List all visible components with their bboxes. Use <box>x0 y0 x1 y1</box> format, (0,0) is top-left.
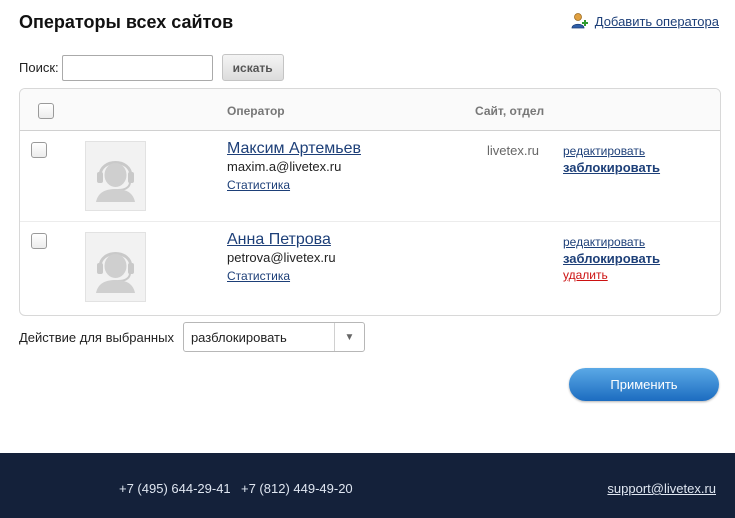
column-header-site: Сайт, отдел <box>475 104 545 118</box>
triangle-down-icon[interactable]: ▼ <box>333 323 364 351</box>
footer-phone-spb: +7 (812) 449-49-20 <box>241 481 353 496</box>
operator-stats-link[interactable]: Статистика <box>227 178 290 192</box>
operator-stats-link[interactable]: Статистика <box>227 269 290 283</box>
user-add-icon[interactable] <box>571 12 589 30</box>
table-row: Максим Артемьев maxim.a@livetex.ru Стати… <box>20 131 720 222</box>
operator-site: livetex.ru <box>487 143 540 158</box>
bulk-action-select[interactable]: разблокировать ▼ <box>182 322 365 352</box>
table-header: Оператор Сайт, отдел <box>20 89 720 131</box>
bulk-action-label: Действие для выбранных <box>19 329 174 345</box>
search-button[interactable]: искать <box>221 54 284 81</box>
operator-headset-icon <box>96 252 135 293</box>
search-label: Поиск: <box>19 60 59 75</box>
edit-link[interactable]: редактировать <box>563 235 645 249</box>
delete-link[interactable]: удалить <box>563 268 608 282</box>
bulk-action-row: Действие для выбранных разблокировать ▼ <box>19 322 365 352</box>
search-row: Поиск: искать <box>19 54 284 81</box>
select-all-checkbox[interactable] <box>38 103 54 119</box>
support-email-link[interactable]: support@livetex.ru <box>607 481 716 496</box>
operator-email: maxim.a@livetex.ru <box>227 159 342 174</box>
add-operator-link-group[interactable]: Добавить оператора <box>571 12 719 30</box>
footer: +7 (495) 644-29-41 +7 (812) 449-49-20 su… <box>0 453 735 518</box>
row-checkbox[interactable] <box>31 142 47 158</box>
block-link[interactable]: заблокировать <box>563 251 660 266</box>
avatar <box>85 232 146 302</box>
edit-link[interactable]: редактировать <box>563 144 645 158</box>
column-header-operator: Оператор <box>227 104 285 118</box>
operators-table: Оператор Сайт, отдел Максим Артемьев max… <box>19 88 721 316</box>
page-title: Операторы всех сайтов <box>19 12 234 32</box>
operator-headset-icon <box>96 161 135 202</box>
table-row: Анна Петрова petrova@livetex.ru Статисти… <box>20 222 720 313</box>
bulk-action-selected-value: разблокировать <box>190 329 287 345</box>
avatar <box>85 141 146 211</box>
row-checkbox[interactable] <box>31 233 47 249</box>
footer-phone-moscow: +7 (495) 644-29-41 <box>119 481 231 496</box>
add-operator-link[interactable]: Добавить оператора <box>595 14 719 29</box>
operator-name-link[interactable]: Анна Петрова <box>227 231 331 249</box>
operator-email: petrova@livetex.ru <box>227 250 336 265</box>
search-input[interactable] <box>61 54 213 81</box>
operator-name-link[interactable]: Максим Артемьев <box>227 140 361 158</box>
apply-button[interactable]: Применить <box>569 368 719 401</box>
block-link[interactable]: заблокировать <box>563 160 660 175</box>
